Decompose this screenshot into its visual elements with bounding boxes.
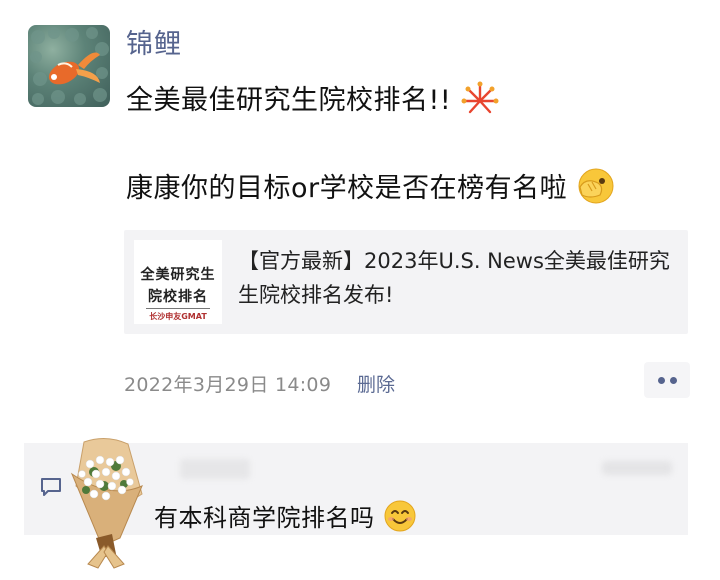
flower-bouquet-icon	[58, 434, 154, 580]
thumbnail-divider	[146, 308, 210, 309]
thumbnail-line-1: 全美研究生	[140, 267, 216, 283]
post-text: 全美最佳研究生院校排名!!	[126, 85, 452, 116]
more-dot-icon	[658, 377, 665, 384]
more-dot-icon	[670, 377, 677, 384]
post-timestamp: 2022年3月29日 14:09	[124, 374, 332, 396]
post-text: 康康你的目标or学校是否在榜有名啦	[126, 173, 568, 204]
comment-item[interactable]: 有本科商学院排名吗	[154, 498, 417, 539]
article-thumbnail: 全美研究生 院校排名 长沙申友GMAT	[134, 240, 222, 324]
thumbnail-line-2: 院校排名	[148, 289, 208, 305]
shared-article-card[interactable]: 全美研究生 院校排名 长沙申友GMAT 【官方最新】2023年U.S. News…	[124, 230, 688, 334]
avatar[interactable]	[28, 25, 110, 107]
blurred-commenter-name	[180, 459, 250, 479]
article-title: 【官方最新】2023年U.S. News全美最佳研究生院校排名发布!	[238, 249, 670, 307]
comment-text: 有本科商学院排名吗	[154, 504, 375, 532]
post-text-line-1: 全美最佳研究生院校排名!!	[126, 78, 500, 122]
delete-link[interactable]: 删除	[357, 370, 395, 397]
peeking-face-icon	[576, 167, 616, 212]
koi-fish-avatar-image	[30, 27, 109, 105]
post-text-line-2: 康康你的目标or学校是否在榜有名啦	[126, 166, 616, 212]
username[interactable]: 锦鲤	[126, 22, 182, 61]
thumbnail-caption: 长沙申友GMAT	[149, 312, 207, 321]
more-options-button[interactable]	[644, 362, 690, 398]
fireworks-icon	[460, 81, 500, 122]
smiling-face-icon	[383, 499, 417, 539]
blurred-comment-meta	[602, 461, 672, 475]
